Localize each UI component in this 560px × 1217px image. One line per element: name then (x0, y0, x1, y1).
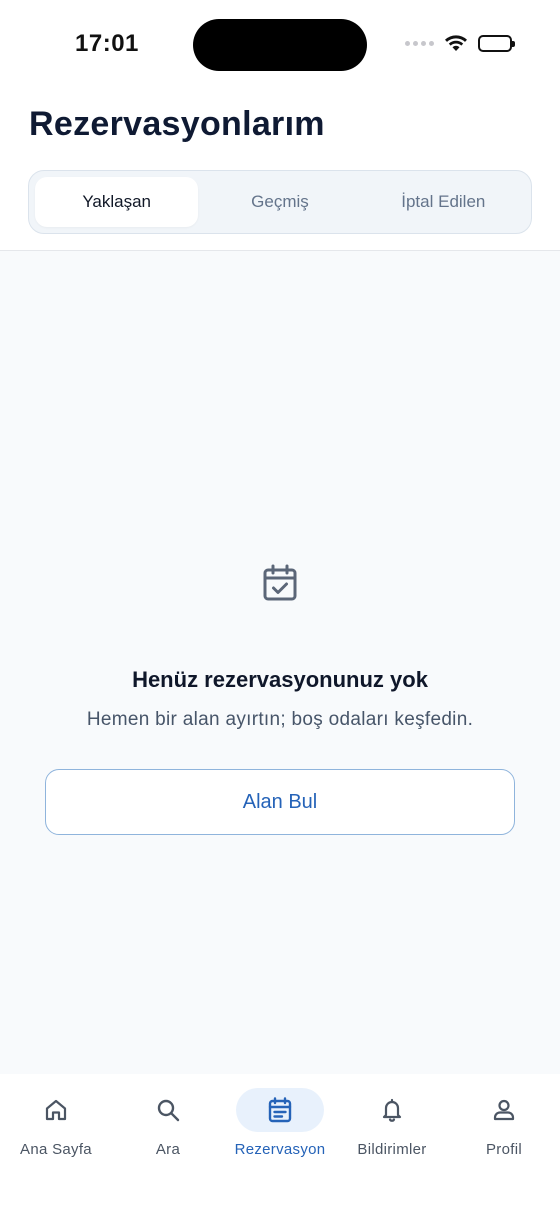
empty-state-title: Henüz rezervasyonunuz yok (132, 667, 428, 692)
cellular-signal-icon (405, 40, 434, 46)
empty-state-area: Henüz rezervasyonunuz yok Hemen bir alan… (0, 251, 560, 1074)
tab-home-label: Ana Sayfa (20, 1141, 92, 1158)
tab-reservations[interactable]: Rezervasyon (224, 1088, 336, 1178)
battery-icon (478, 34, 515, 52)
tab-profile[interactable]: Profil (448, 1088, 560, 1178)
tab-search-label: Ara (155, 1141, 181, 1158)
calendar-check-icon (262, 564, 298, 602)
bottom-tab-bar: Ana Sayfa Ara Rezervasyon Bildirimler Pr… (0, 1074, 560, 1217)
bell-icon (348, 1088, 436, 1132)
tab-notifications-label: Bildirimler (357, 1141, 427, 1158)
search-icon (124, 1088, 212, 1132)
page-title: Rezervasyonlarım (29, 105, 325, 143)
reservation-filter-segmented-control: Yaklaşan Geçmiş İptal Edilen (28, 170, 532, 234)
tab-upcoming[interactable]: Yaklaşan (35, 177, 199, 227)
home-icon (12, 1088, 100, 1132)
wifi-icon (444, 34, 468, 52)
status-time: 17:01 (75, 30, 139, 57)
find-space-button[interactable]: Alan Bul (45, 769, 515, 835)
dynamic-island (193, 19, 367, 71)
tab-home[interactable]: Ana Sayfa (0, 1088, 112, 1178)
tab-notifications[interactable]: Bildirimler (336, 1088, 448, 1178)
tab-cancelled[interactable]: İptal Edilen (362, 177, 525, 227)
tab-search[interactable]: Ara (112, 1088, 224, 1178)
calendar-icon (236, 1088, 324, 1132)
empty-state-subtitle: Hemen bir alan ayırtın; boş odaları keşf… (86, 709, 474, 730)
status-bar: 17:01 (0, 0, 560, 90)
status-icons (405, 34, 515, 52)
person-icon (460, 1088, 548, 1132)
tab-profile-label: Profil (486, 1141, 522, 1158)
tab-past[interactable]: Geçmiş (198, 177, 361, 227)
tab-reservations-label: Rezervasyon (234, 1141, 326, 1158)
